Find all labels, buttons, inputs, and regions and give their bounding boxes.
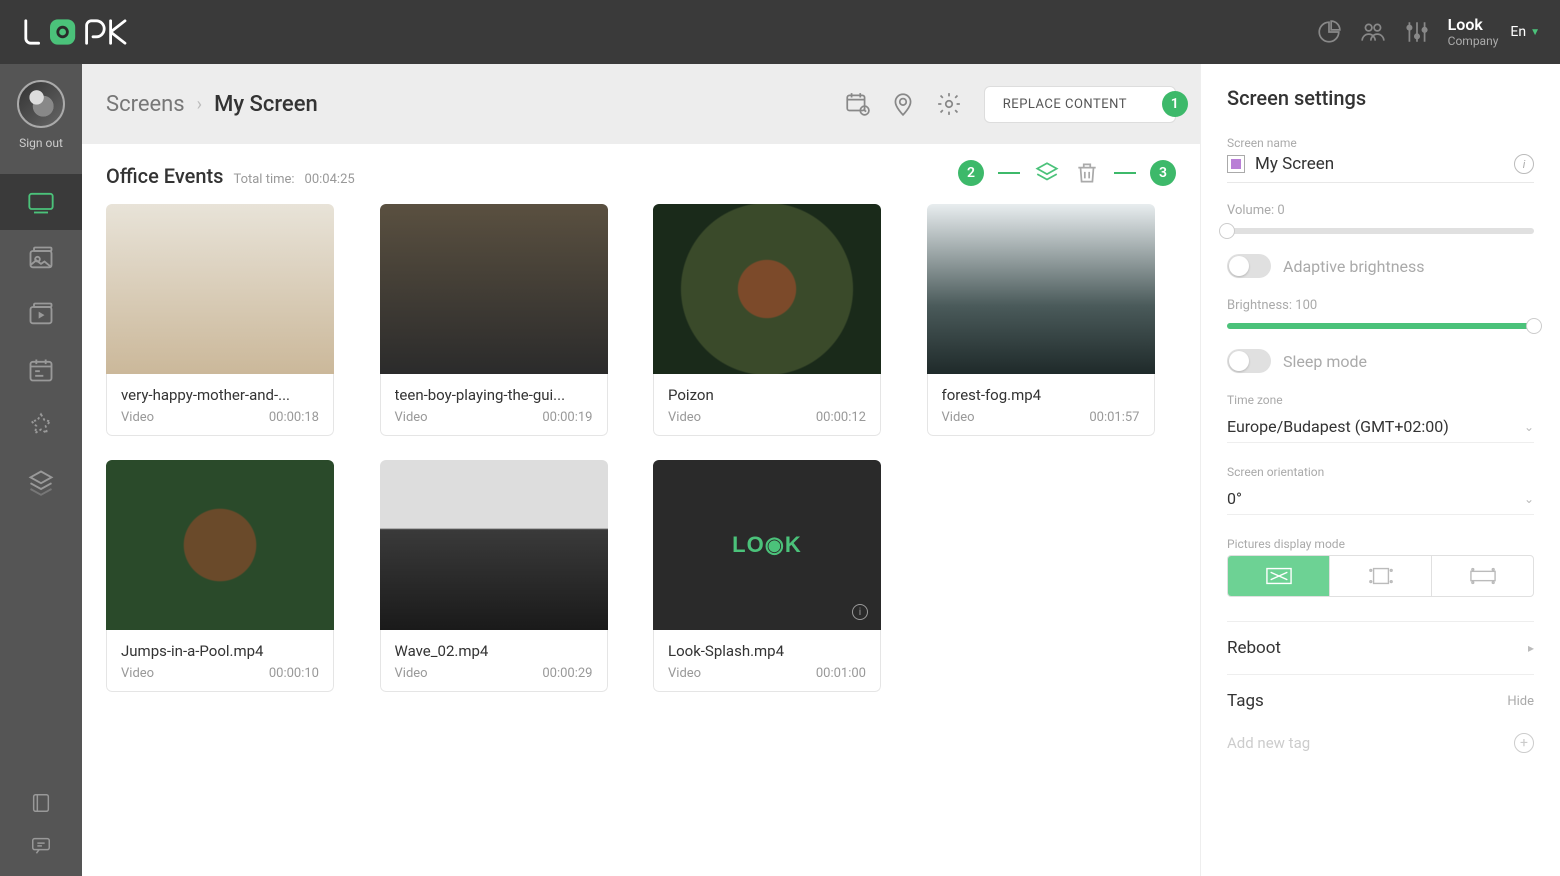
thumbnail: [653, 204, 881, 374]
playlist-title: Office Events: [106, 164, 223, 188]
trash-icon[interactable]: [1074, 160, 1100, 186]
company-sub: Company: [1448, 34, 1499, 48]
signout-link[interactable]: Sign out: [19, 136, 63, 150]
media-card[interactable]: teen-boy-playing-the-gui...Video00:00:19: [380, 204, 608, 436]
settings-panel: Screen settings Screen name i Volume: 0 …: [1200, 64, 1560, 876]
playlist-time-label: Total time:: [233, 172, 294, 187]
topbar: Look Company En▼: [0, 0, 1560, 64]
media-card[interactable]: Wave_02.mp4Video00:00:29: [380, 460, 608, 692]
logo[interactable]: [20, 16, 150, 48]
adaptive-brightness-label: Adaptive brightness: [1283, 257, 1425, 276]
sleep-mode-toggle[interactable]: [1227, 349, 1271, 373]
layers-icon[interactable]: [1034, 160, 1060, 186]
settings-sliders-icon[interactable]: [1404, 19, 1430, 45]
thumbnail: [106, 204, 334, 374]
chevron-right-icon: ›: [197, 94, 202, 115]
brightness-slider[interactable]: [1227, 323, 1534, 329]
sidebar: Sign out: [0, 64, 82, 876]
nav-screens[interactable]: [0, 174, 82, 230]
media-card[interactable]: PoizonVideo00:00:12: [653, 204, 881, 436]
breadcrumb-root[interactable]: Screens: [106, 92, 185, 117]
tags-row[interactable]: Tags Hide: [1227, 674, 1534, 727]
volume-label: Volume: 0: [1227, 203, 1534, 218]
caret-down-icon: ▼: [1530, 27, 1540, 38]
company-name: Look: [1448, 15, 1499, 34]
screen-name-label: Screen name: [1227, 136, 1534, 150]
orientation-select[interactable]: 0°⌄: [1227, 483, 1534, 515]
nav-media[interactable]: [0, 230, 82, 286]
reboot-row[interactable]: Reboot ▸: [1227, 621, 1534, 674]
display-mode-stretch[interactable]: [1432, 556, 1533, 596]
add-tag-row[interactable]: Add new tag +: [1227, 727, 1534, 753]
company-block[interactable]: Look Company: [1448, 15, 1499, 49]
nav-playlists[interactable]: [0, 286, 82, 342]
sleep-mode-label: Sleep mode: [1283, 352, 1367, 371]
location-icon[interactable]: [890, 91, 916, 117]
chevron-down-icon: ⌄: [1524, 420, 1534, 434]
stats-icon[interactable]: [1316, 19, 1342, 45]
display-mode-label: Pictures display mode: [1227, 537, 1534, 551]
content-area: Office Events Total time: 00:04:25 2 3 v…: [82, 144, 1200, 876]
thumbnail: [653, 460, 881, 630]
media-card[interactable]: iLook-Splash.mp4Video00:01:00: [653, 460, 881, 692]
schedule-icon[interactable]: [844, 91, 870, 117]
display-mode-group: [1227, 555, 1534, 597]
thumbnail: [106, 460, 334, 630]
media-card[interactable]: forest-fog.mp4Video00:01:57: [927, 204, 1155, 436]
media-card[interactable]: Jumps-in-a-Pool.mp4Video00:00:10: [106, 460, 334, 692]
breadcrumb-current: My Screen: [214, 92, 318, 117]
screen-name-input[interactable]: [1255, 154, 1504, 174]
chevron-down-icon: ⌄: [1524, 492, 1534, 506]
gear-icon[interactable]: [936, 91, 962, 117]
language-selector[interactable]: En▼: [1510, 24, 1540, 40]
tour-badge-2: 2: [958, 160, 984, 186]
volume-slider[interactable]: [1227, 228, 1534, 234]
display-mode-fill[interactable]: [1330, 556, 1432, 596]
chevron-right-icon: ▸: [1528, 641, 1534, 655]
breadcrumb-row: Screens › My Screen REPLACE CONTENT 1: [82, 64, 1200, 144]
screen-color-icon[interactable]: [1227, 155, 1245, 173]
tour-badge-1: 1: [1162, 91, 1188, 117]
users-icon[interactable]: [1360, 19, 1386, 45]
panel-title: Screen settings: [1227, 86, 1534, 110]
chat-icon[interactable]: [30, 834, 52, 856]
playlist-time-value: 00:04:25: [305, 172, 355, 187]
info-icon[interactable]: i: [1514, 154, 1534, 174]
main: Screens › My Screen REPLACE CONTENT 1 Of…: [82, 64, 1200, 876]
media-card[interactable]: very-happy-mother-and-...Video00:00:18: [106, 204, 334, 436]
thumbnail: [380, 460, 608, 630]
thumbnail: [380, 204, 608, 374]
media-grid: very-happy-mother-and-...Video00:00:18 t…: [106, 204, 1176, 692]
tour-badge-3: 3: [1150, 160, 1176, 186]
nav-apps[interactable]: [0, 398, 82, 454]
nav-schedule[interactable]: [0, 342, 82, 398]
help-icon[interactable]: [30, 792, 52, 814]
nav-layers[interactable]: [0, 454, 82, 510]
brightness-label: Brightness: 100: [1227, 298, 1534, 313]
orientation-label: Screen orientation: [1227, 465, 1534, 479]
thumbnail: [927, 204, 1155, 374]
timezone-label: Time zone: [1227, 393, 1534, 407]
timezone-select[interactable]: Europe/Budapest (GMT+02:00)⌄: [1227, 411, 1534, 443]
plus-icon: +: [1514, 733, 1534, 753]
display-mode-fit[interactable]: [1228, 556, 1330, 596]
info-icon[interactable]: i: [852, 604, 868, 620]
adaptive-brightness-toggle[interactable]: [1227, 254, 1271, 278]
replace-content-button[interactable]: REPLACE CONTENT 1: [984, 86, 1176, 123]
avatar[interactable]: [17, 80, 65, 128]
